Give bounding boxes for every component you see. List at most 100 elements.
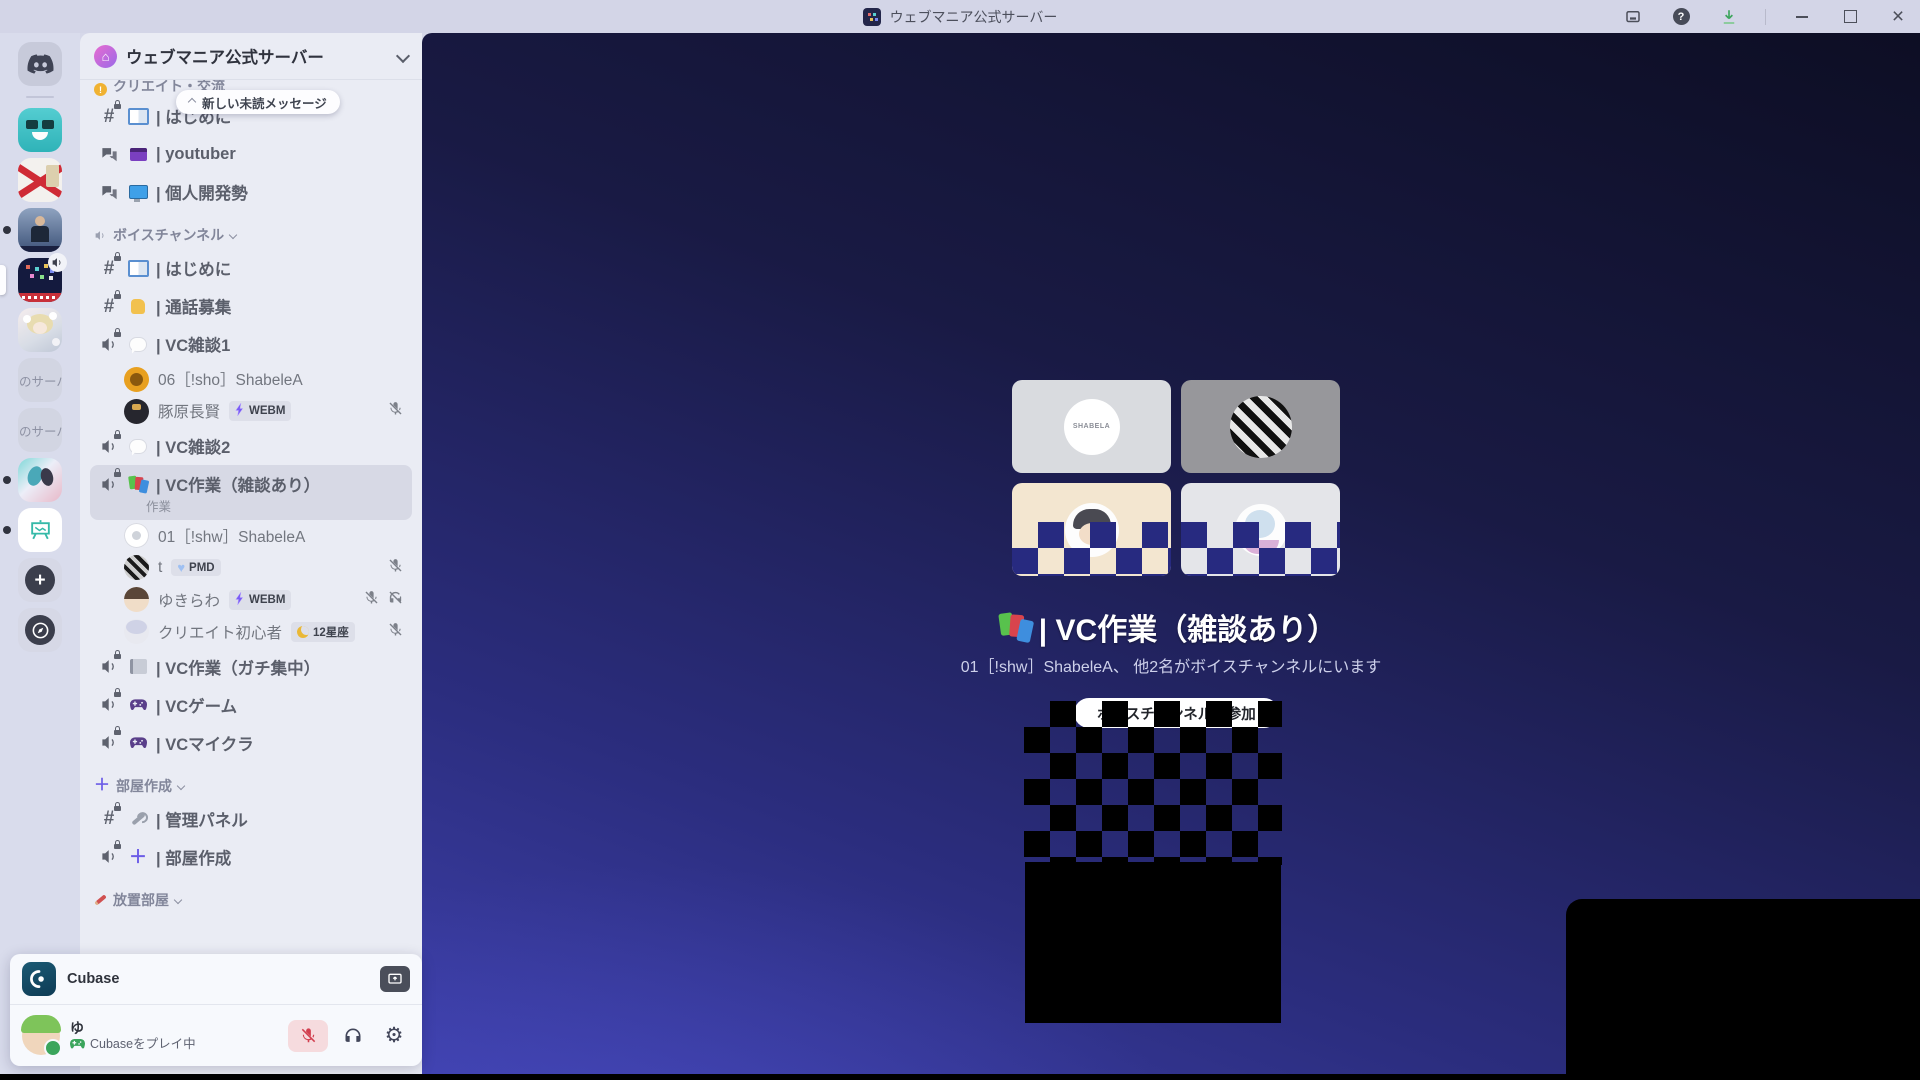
voice-participant-row[interactable]: 01［!shw］ShabeleA [116,520,412,552]
headphones-button[interactable] [337,1020,369,1052]
download-update-icon[interactable] [1717,5,1741,29]
channel-row[interactable]: #| 通話募集 [90,287,412,325]
gamepad-emoji-icon [128,695,148,715]
settings-gear-button[interactable]: ⚙ [378,1020,410,1052]
role-badge: ♥PMD [171,559,220,576]
voice-presence-line: 01［!shw］ShabeleA、 他2名がボイスチャンネルにいます [422,653,1920,677]
server-easel[interactable] [18,508,62,552]
user-avatar[interactable] [22,1017,60,1055]
voice-activity-badge [48,253,67,272]
add-server-button[interactable]: + [18,558,62,602]
voice-channel-title: | VC作業（雑談あり） [422,605,1920,649]
deafened-icon [387,589,404,611]
server-name: ウェブマニア公式サーバー [126,44,389,68]
channel-row[interactable]: #| はじめに [90,249,412,287]
mic-muted-icon [387,400,404,422]
channel-row[interactable]: | youtuber [90,135,412,173]
bubble-emoji-icon [128,436,148,456]
explore-servers-button[interactable] [18,608,62,652]
channel-name: | はじめに [156,256,231,280]
channel-row[interactable]: | 個人開発勢 [90,173,412,211]
channel-name: | 部屋作成 [156,845,231,869]
mic-muted-button[interactable] [288,1020,328,1052]
discord-app-window: ウェブマニア公式サーバー ? × のサーバのサーバ+ ⌂ ウェブマニア公式サーバ… [0,0,1920,1080]
video-pip-tile[interactable] [1566,899,1920,1080]
participant-tile[interactable]: SHABELA [1012,380,1171,473]
channel-row[interactable]: | VC雑談1 [90,325,412,363]
user-activity-status-text: Cubaseをプレイ中 [90,1038,196,1051]
server-header[interactable]: ⌂ ウェブマニア公式サーバー [80,33,422,80]
server-app-icon [863,8,881,26]
channel-row[interactable]: ＋| 部屋作成 [90,838,412,876]
category-pencil[interactable]: 放置部屋 [90,886,412,914]
server-anime-pair[interactable] [18,458,62,502]
clapper-emoji-icon [128,144,148,164]
voice-participant-row[interactable]: 豚原長賢WEBM [116,395,412,427]
participant-tile[interactable] [1181,380,1340,473]
voice-participant-row[interactable]: ゆきらわ WEBM [116,584,412,616]
badge-text: WEBM [249,405,285,417]
mic-muted-icon [387,621,404,643]
bolt-icon [235,403,245,419]
participant-tile[interactable] [1181,483,1340,576]
hash-lock-icon: # [98,809,120,828]
participant-tile[interactable] [1012,483,1171,576]
voice-channel-lock-icon [98,847,120,866]
unread-indicator-dot [3,226,11,234]
gamepad-emoji-icon [128,733,148,753]
channel-name: | VC作業（ガチ集中） [156,655,320,679]
voice-channel-lock-icon [98,437,120,456]
server-uk-collage[interactable] [18,158,62,202]
category-speaker[interactable]: ボイスチャンネル [90,221,412,249]
channel-row[interactable]: | VC作業（ガチ集中） [90,648,412,686]
ledger-emoji-icon [128,657,148,677]
glitch-artifact [1181,522,1340,576]
role-badge: WEBM [229,590,291,610]
channel-row[interactable]: | VC作業（雑談あり）作業 [90,465,412,520]
server-teal-face[interactable] [18,108,62,152]
minimize-button[interactable] [1790,5,1814,29]
heart-icon: ♥ [177,561,185,574]
new-unread-messages-pill[interactable]: 新しい未読メッセージ [176,90,340,114]
server-suit-man[interactable] [18,208,62,252]
books-emoji-icon [1005,617,1025,637]
avatar [124,619,149,644]
tray-icon[interactable] [1621,5,1645,29]
voice-participant-row[interactable]: 06［!sho］ShabeleA [116,363,412,395]
participant-name: t [158,559,162,577]
compass-icon [18,608,62,652]
server-unloaded-1[interactable]: のサーバ [18,358,62,402]
close-button[interactable]: × [1886,5,1910,29]
participant-name: ゆきらわ [158,589,220,611]
unread-indicator-dot [3,526,11,534]
anime1-icon [18,308,62,352]
server-home-icon: ⌂ [94,45,117,68]
voice-participant-row[interactable]: t ♥PMD [116,552,412,584]
screen-share-icon[interactable] [380,966,410,992]
voice-participant-row[interactable]: クリエイト初心者12星座 [116,616,412,648]
mic-muted-icon [387,557,404,579]
discord-home-button[interactable] [18,42,62,86]
server-webmania-pixel[interactable] [18,258,62,302]
maximize-button[interactable] [1838,5,1862,29]
book-emoji-icon [128,258,148,278]
user-panel: Cubase ゆ Cubaseをプレイ中 [10,954,422,1066]
hash-lock-icon: # [98,297,120,316]
server-anime-girl[interactable] [18,308,62,352]
channel-row[interactable]: #| 管理パネル [90,800,412,838]
window-controls-divider [1765,9,1766,25]
channel-row[interactable]: | VCゲーム [90,686,412,724]
server-unloaded-2[interactable]: のサーバ [18,408,62,452]
channel-row[interactable]: | VC雑談2 [90,427,412,465]
bottom-edge-bar [0,1074,1920,1080]
bubble-emoji-icon [128,334,148,354]
channel-row[interactable]: | VCマイクラ [90,724,412,762]
channel-name: | VC雑談2 [156,434,230,458]
grey-icon: のサーバ [18,408,62,452]
channel-hash-lock: #| はじめに [90,249,412,287]
help-icon[interactable]: ? [1669,5,1693,29]
channel-name: | VC作業（雑談あり） [156,472,320,496]
category-label: 放置部屋 [113,890,169,910]
category-plus[interactable]: ＋部屋作成 [90,772,412,800]
voice-channel-lock-icon [98,475,120,494]
